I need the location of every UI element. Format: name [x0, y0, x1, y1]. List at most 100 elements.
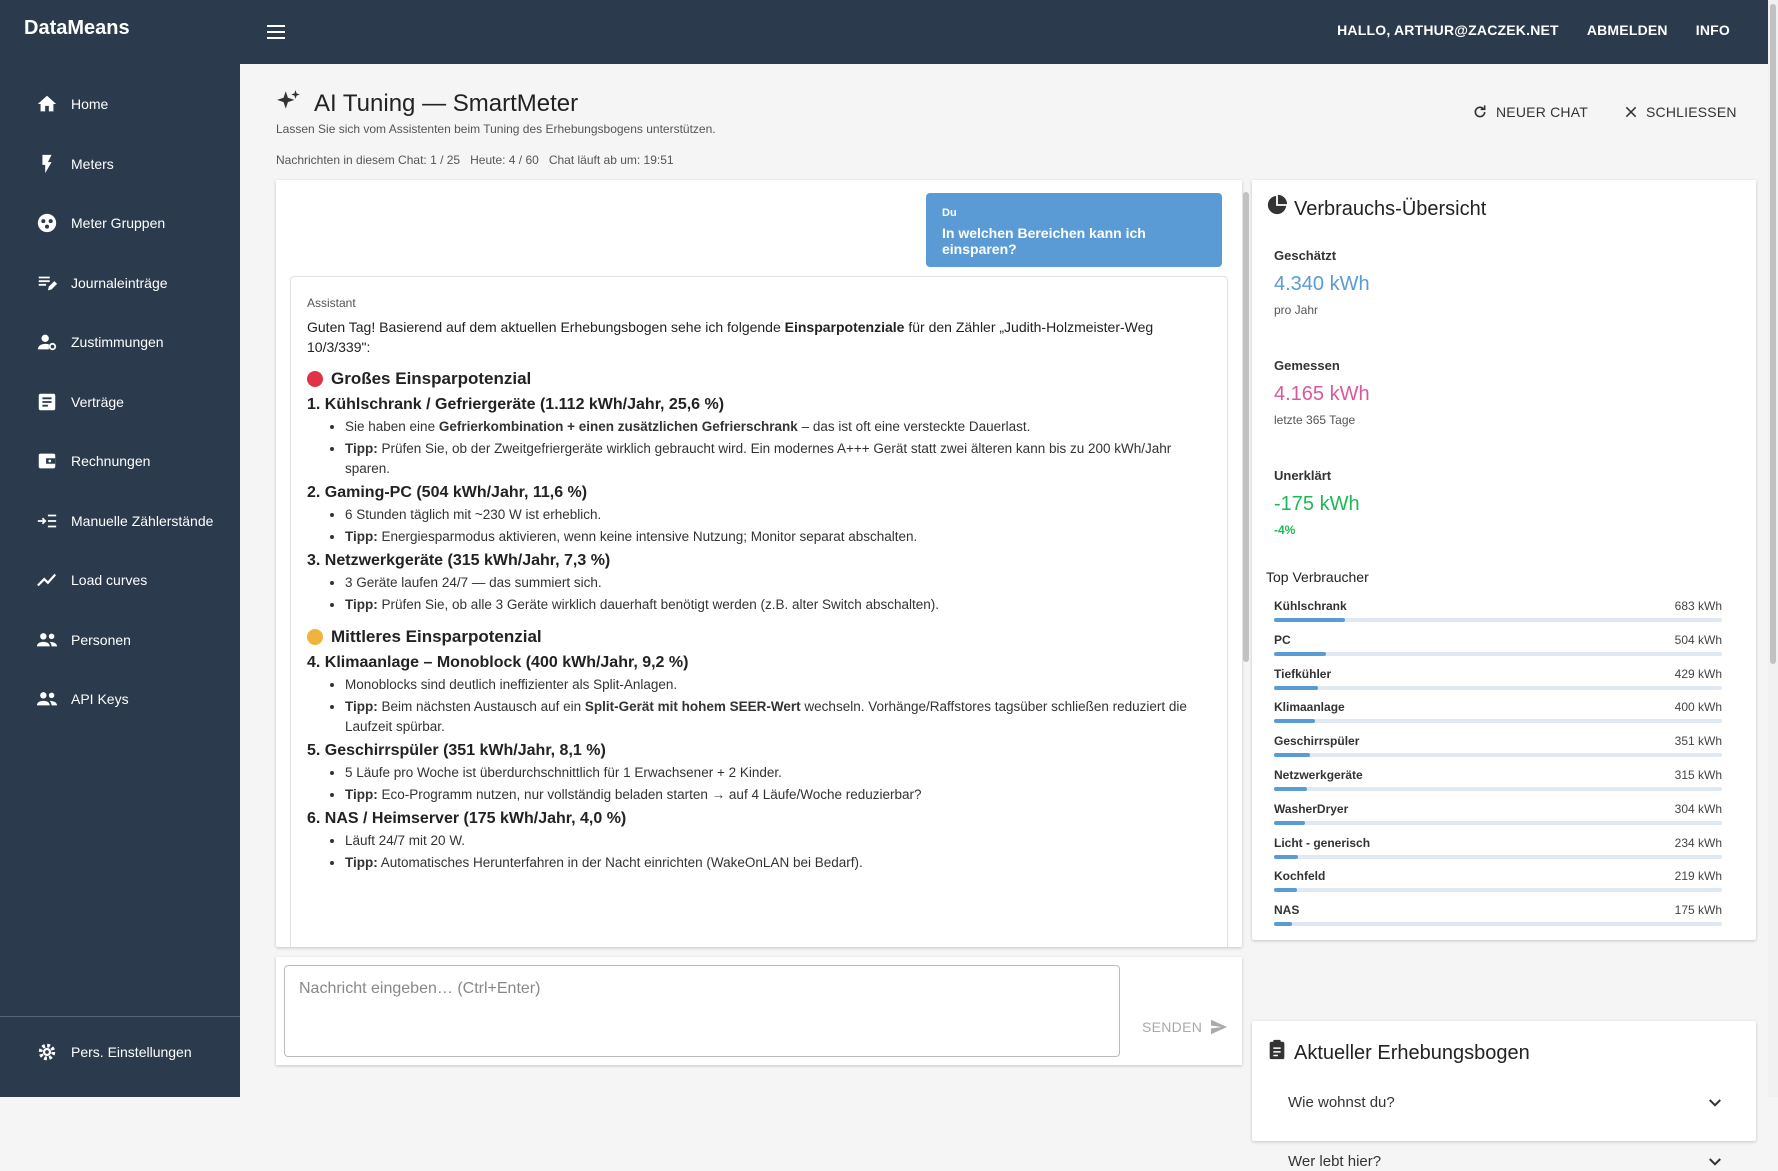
menu-icon[interactable] [264, 20, 288, 44]
consumer-bar-fill [1274, 888, 1297, 893]
consumer-value: 504 kWh [1674, 632, 1722, 647]
consumer-value: 429 kWh [1674, 666, 1722, 681]
survey-card: Aktueller Erhebungsbogen Wie wohnst du? … [1252, 1021, 1756, 1170]
consumer-value: 234 kWh [1674, 835, 1722, 850]
consumer-row: NAS 175 kWh [1274, 903, 1722, 935]
edit-list-icon [38, 276, 58, 291]
sidebar-item-manuelle-zaehlerstaende[interactable]: Manuelle Zählerstände [0, 501, 240, 541]
sidebar-item-vertraege[interactable]: Verträge [0, 382, 240, 422]
sidebar-item-meters[interactable]: Meters [0, 144, 240, 184]
sidebar-item-label: Meter Gruppen [71, 215, 166, 231]
message-composer: Nachricht eingeben… (Ctrl+Enter) SENDEN [276, 957, 1242, 1065]
group-icon [37, 213, 57, 233]
unexplained-value: -175 kWh [1274, 493, 1360, 515]
list-item: 3 Geräte laufen 24/7 — das summiert sich… [345, 573, 1211, 593]
consumer-value: 351 kWh [1674, 734, 1722, 749]
user-greeting-link[interactable]: HALLO, ARTHUR@ZACZEK.NET [1337, 22, 1559, 38]
send-icon [1211, 1019, 1228, 1035]
consumer-bar-track [1274, 618, 1722, 622]
list-item: Tipp: Automatisches Herunterfahren in de… [345, 853, 1211, 873]
overview-title: Verbrauchs-Übersicht [1294, 198, 1487, 220]
item-bullets: Sie haben eine Gefrierkombination + eine… [345, 417, 1211, 479]
gear-icon [38, 1043, 56, 1061]
assistant-message: Assistant Guten Tag! Basierend auf dem a… [290, 276, 1228, 947]
sidebar-item-home[interactable]: Home [0, 84, 240, 124]
new-chat-label: NEUER CHAT [1496, 104, 1588, 120]
page-title: AI Tuning — SmartMeter [314, 90, 579, 117]
close-button[interactable]: SCHLIESSEN [1624, 104, 1737, 120]
orange-circle-icon [307, 629, 323, 645]
consumer-row: Licht - generisch 234 kWh [1274, 836, 1722, 868]
close-icon [1625, 106, 1637, 118]
item-heading: 2. Gaming-PC (504 kWh/Jahr, 11,6 %) [307, 484, 588, 501]
item-heading: 3. Netzwerkgeräte (315 kWh/Jahr, 7,3 %) [307, 552, 611, 569]
consumer-row: Kochfeld 219 kWh [1274, 869, 1722, 901]
consumer-bar-track [1274, 719, 1722, 724]
question-label: Wer lebt hier? [1288, 1153, 1382, 1170]
sidebar-item-journaleintraege[interactable]: Journaleinträge [0, 263, 240, 303]
page-scrollbar-thumb[interactable] [1770, 4, 1776, 664]
chat-scrollbar-thumb[interactable] [1243, 192, 1249, 662]
item-bullets: Monoblocks sind deutlich ineffizienter a… [345, 675, 1211, 737]
sidebar-item-load-curves[interactable]: Load curves [0, 560, 240, 600]
list-item: Monoblocks sind deutlich ineffizienter a… [345, 675, 1211, 695]
sidebar-item-label: Meters [71, 156, 114, 172]
unexplained-label: Unerklärt [1274, 468, 1332, 483]
sidebar-item-meter-gruppen[interactable]: Meter Gruppen [0, 203, 240, 243]
chat-stats: Nachrichten in diesem Chat: 1 / 25 Heute… [276, 153, 674, 167]
item-heading: 6. NAS / Heimserver (175 kWh/Jahr, 4,0 %… [307, 810, 627, 827]
consumer-row: WasherDryer 304 kWh [1274, 802, 1722, 834]
survey-question-bewohner[interactable]: Wer lebt hier? [1288, 1153, 1724, 1170]
page-scrollbar[interactable] [1768, 0, 1778, 1097]
logout-link[interactable]: ABMELDEN [1587, 22, 1668, 38]
consumer-bar-fill [1274, 719, 1316, 724]
chat-panel: Du In welchen Bereichen kann ich einspar… [276, 180, 1242, 947]
red-circle-icon [307, 371, 323, 387]
sparkle-icon [277, 90, 300, 109]
send-label: SENDEN [1142, 1019, 1203, 1035]
input-list-icon [37, 514, 57, 528]
consumer-value: 304 kWh [1674, 801, 1722, 816]
consumption-overview-card: Verbrauchs-Übersicht Geschätzt 4.340 kWh… [1252, 180, 1756, 940]
sidebar-item-label: Pers. Einstellungen [71, 1044, 192, 1060]
user-message-bubble: Du In welchen Bereichen kann ich einspar… [926, 193, 1222, 267]
sidebar-item-label: Journaleinträge [71, 275, 168, 291]
measured-sub: letzte 365 Tage [1274, 413, 1356, 427]
consumer-row: Kühlschrank 683 kWh [1274, 599, 1722, 631]
sidebar-item-zustimmungen[interactable]: Zustimmungen [0, 322, 240, 362]
consumer-row: Netzwerkgeräte 315 kWh [1274, 768, 1722, 800]
info-link[interactable]: INFO [1696, 22, 1730, 38]
consumer-name: Kühlschrank [1274, 599, 1347, 613]
item-bullets: 3 Geräte laufen 24/7 — das summiert sich… [345, 573, 1211, 615]
consumer-bar-track [1274, 922, 1722, 927]
item-heading: 1. Kühlschrank / Gefriergeräte (1.112 kW… [307, 396, 725, 413]
stat-messages: Nachrichten in diesem Chat: 1 / 25 [276, 153, 461, 167]
consumer-bar-track [1274, 888, 1722, 893]
consumer-name: NAS [1274, 903, 1300, 918]
measured-value: 4.165 kWh [1274, 383, 1370, 405]
page-subtitle: Lassen Sie sich vom Assistenten beim Tun… [276, 122, 716, 136]
item-bullets: 6 Stunden täglich mit ~230 W ist erhebli… [345, 505, 1211, 547]
sidebar-item-rechnungen[interactable]: Rechnungen [0, 441, 240, 481]
sidebar-item-api-keys[interactable]: API Keys [0, 679, 240, 719]
list-item: Sie haben eine Gefrierkombination + eine… [345, 417, 1211, 437]
message-input[interactable]: Nachricht eingeben… (Ctrl+Enter) [284, 965, 1120, 1057]
list-item: Tipp: Prüfen Sie, ob alle 3 Geräte wirkl… [345, 595, 1211, 615]
consumer-bar-fill [1274, 787, 1307, 791]
send-button[interactable]: SENDEN [1142, 1019, 1228, 1035]
sidebar-item-label: Rechnungen [71, 453, 151, 469]
assistant-label: Assistant [307, 296, 356, 310]
item-heading: 4. Klimaanlage – Monoblock (400 kWh/Jahr… [307, 654, 689, 671]
sidebar-item-label: API Keys [71, 691, 129, 707]
new-chat-button[interactable]: NEUER CHAT [1472, 104, 1588, 120]
sidebar-item-personen[interactable]: Personen [0, 620, 240, 660]
chat-scrollbar[interactable] [1240, 180, 1252, 947]
section-heading-mid: Mittleres Einsparpotenzial [307, 627, 1211, 647]
top-consumers-title: Top Verbraucher [1266, 569, 1369, 585]
assistant-intro: Guten Tag! Basierend auf dem aktuellen E… [307, 319, 1154, 355]
sidebar-item-settings[interactable]: Pers. Einstellungen [0, 1032, 240, 1072]
brand-logo[interactable]: DataMeans [24, 17, 130, 40]
list-item: Tipp: Eco-Programm nutzen, nur vollständ… [345, 785, 1211, 805]
sidebar-item-label: Verträge [71, 394, 124, 410]
consumer-bar-fill [1274, 922, 1293, 927]
